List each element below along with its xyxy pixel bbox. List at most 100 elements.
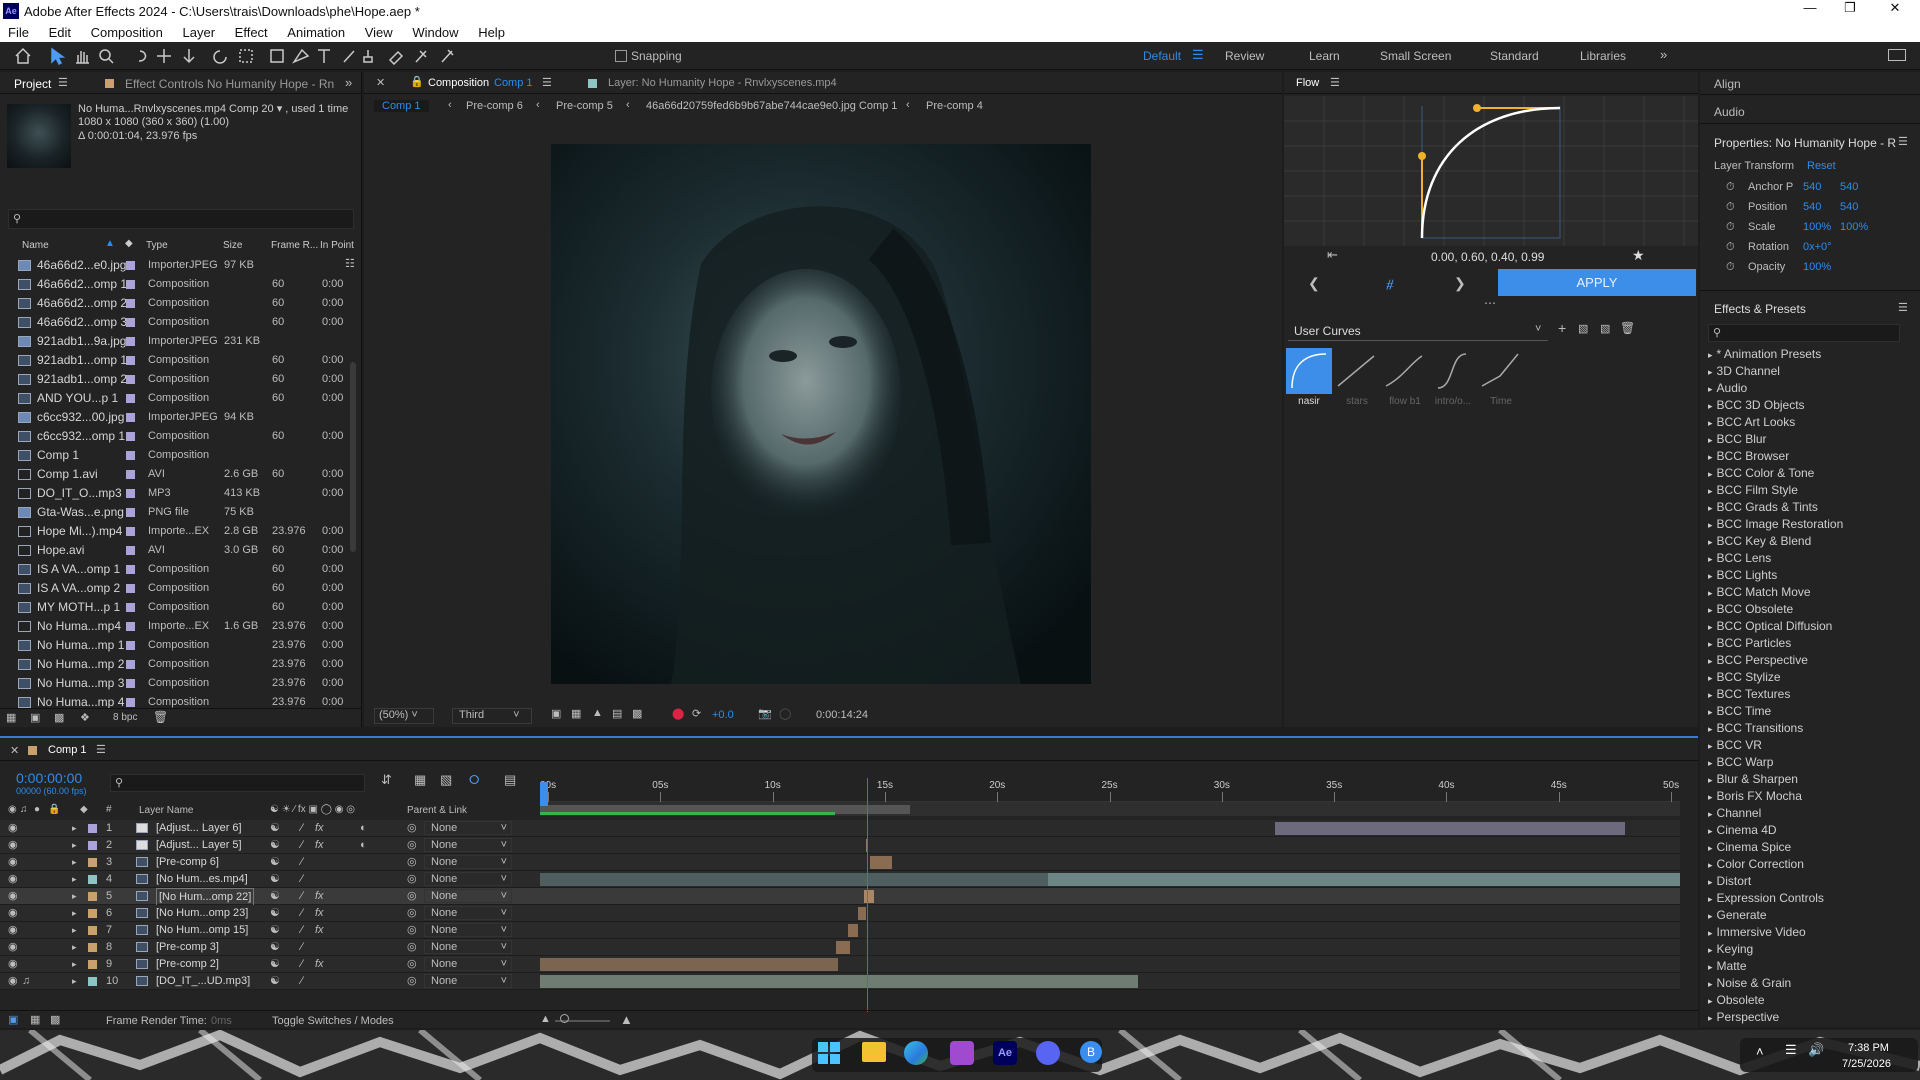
label-color-chip[interactable] [126,584,135,593]
label-color-chip[interactable] [126,527,135,536]
workspace-libraries[interactable]: Libraries [1580,49,1626,63]
layer-name[interactable]: [No Hum...omp 15] [156,922,248,939]
label-color-chip[interactable] [88,960,97,969]
project-item[interactable]: c6cc932...omp 1 Composition 60 0:00 [0,427,350,446]
quality-switch-icon[interactable]: ∕ [301,888,303,905]
timeline-layer-row[interactable]: ◉ ▸ 8 [Pre-comp 3] ☯ ∕ ◎ None ˅ [0,939,1680,956]
mask-visibility-icon[interactable]: ▲ [592,707,603,719]
tab-composition-name[interactable]: Comp 1 [494,77,533,89]
favorite-star-icon[interactable]: ★ [1632,247,1645,264]
workspace-overflow-icon[interactable]: » [1660,47,1667,62]
timeline-layer-row[interactable]: ◉ ▸ 4 [No Hum...es.mp4] ☯ ∕ ◎ None ˅ [0,871,1680,888]
layer-name[interactable]: [No Hum...es.mp4] [156,871,248,888]
effect-category[interactable]: ▸ BCC Image Restoration [1708,516,1913,533]
shy-switch-icon[interactable]: ☯ [270,837,280,854]
layer-duration-bar[interactable] [848,924,858,937]
menu-help[interactable]: Help [478,25,505,40]
label-color-chip[interactable] [126,698,135,707]
property-value-2[interactable]: 540 [1840,178,1858,197]
eye-icon[interactable]: ◉ [8,837,18,854]
effect-category[interactable]: ▸ Cinema Spice [1708,839,1913,856]
zoom-in-icon[interactable]: ▲ [620,1012,633,1027]
playhead[interactable] [867,778,868,1012]
label-color-chip[interactable] [126,470,135,479]
eye-icon[interactable]: ◉ [8,820,18,837]
audio-toggle-icon[interactable]: ♫ [20,804,28,815]
reset-transform-link[interactable]: Reset [1807,160,1836,172]
workspace-standard[interactable]: Standard [1490,49,1539,63]
region-of-interest-icon[interactable]: ▣ [551,707,561,720]
effect-category[interactable]: ▸ Perspective [1708,1009,1913,1026]
project-item[interactable]: AND YOU...p 1 Composition 60 0:00 [0,389,350,408]
stopwatch-icon[interactable]: ⏱ [1726,218,1735,237]
menu-layer[interactable]: Layer [183,25,216,40]
eye-icon[interactable]: ◉ [8,939,18,956]
transparency-grid-icon[interactable]: ▦ [571,707,581,720]
pickwhip-icon[interactable]: ◎ [407,922,417,939]
effect-category[interactable]: ▸ BCC 3D Objects [1708,397,1913,414]
time-ruler[interactable]: 00s 05s 10s 15s 20s 25s 30s 35s 40s 45s 50s [540,778,1680,802]
layer-name[interactable]: [Pre-comp 3] [156,939,219,956]
bpc-label[interactable]: 8 bpc [113,712,137,723]
chevron-right-icon[interactable]: ▸ [72,837,77,854]
timeline-search-input[interactable]: ⚲ [110,774,365,792]
curve-preset[interactable]: stars [1334,348,1380,408]
timeline-layer-row[interactable]: ◉ ▸ 6 [No Hum...omp 23] ☯ ∕ fx ◎ None ˅ [0,905,1680,922]
effect-category[interactable]: ▸ 3D Channel [1708,363,1913,380]
layer-name[interactable]: [Adjust... Layer 5] [156,837,242,854]
chevron-down-icon[interactable]: ˅ [1535,323,1541,335]
label-color-chip[interactable] [126,546,135,555]
effect-category[interactable]: ▸ Channel [1708,805,1913,822]
label-color-chip[interactable] [126,337,135,346]
zoom-slider-handle[interactable] [560,1014,569,1023]
breadcrumb-precomp-4[interactable]: Pre-comp 4 [926,100,983,112]
tab-composition-prefix[interactable]: Composition [428,77,489,89]
resolution-select[interactable]: Third ˅ [452,708,532,724]
tab-comp-1[interactable]: Comp 1 [48,744,87,756]
shy-switch-icon[interactable]: ☯ [270,871,280,888]
label-color-chip[interactable] [88,909,97,918]
menu-view[interactable]: View [365,25,393,40]
ease-out-icon[interactable]: ❯ [1454,275,1466,292]
tab-effect-controls[interactable]: Effect Controls No Humanity Hope - Rn [125,77,334,91]
shy-switch-icon[interactable]: ☯ [270,888,280,905]
label-color-chip[interactable] [88,875,97,884]
shy-switch-icon[interactable]: ☯ [270,820,280,837]
new-comp-icon[interactable]: ▩ [54,711,64,724]
layer-duration-bar[interactable] [540,958,838,971]
quality-switch-icon[interactable]: ∕ [301,871,303,888]
layer-name[interactable]: [Adjust... Layer 6] [156,820,242,837]
label-color-chip[interactable] [88,841,97,850]
effect-category[interactable]: ▸ BCC Color & Tone [1708,465,1913,482]
eye-icon[interactable]: ◉ [8,905,18,922]
label-color-chip[interactable] [126,451,135,460]
shy-switch-icon[interactable]: ☯ [270,854,280,871]
parent-select[interactable]: None ˅ [424,855,512,869]
pickwhip-icon[interactable]: ◎ [407,871,417,888]
col-frame-rate[interactable]: Frame R... [271,240,318,251]
project-item[interactable]: No Huma...mp 3 Composition 23.976 0:00 [0,674,350,693]
stopwatch-icon[interactable]: ⏱ [1726,238,1735,257]
label-color-chip[interactable] [126,432,135,441]
workspace-review[interactable]: Review [1225,49,1264,63]
composition-viewer[interactable] [551,144,1091,684]
effect-category[interactable]: ▸ BCC Lights [1708,567,1913,584]
workspace-default[interactable]: Default [1143,49,1181,63]
layer-name[interactable]: [Pre-comp 2] [156,956,219,973]
timeline-layer-row[interactable]: ◉ ▸ 7 [No Hum...omp 15] ☯ ∕ fx ◎ None ˅ [0,922,1680,939]
workspace-learn[interactable]: Learn [1309,49,1340,63]
layer-duration-bar[interactable] [1275,822,1625,835]
parent-select[interactable]: None ˅ [424,957,512,971]
label-color-chip[interactable] [126,641,135,650]
effects-search-input[interactable]: ⚲ [1708,324,1900,342]
graph-editor-icon[interactable]: ▤ [504,772,516,788]
shy-switch-icon[interactable]: ☯ [270,939,280,956]
motion-blur-icon[interactable]: ⭘ [469,772,479,788]
effect-category[interactable]: ▸ BCC Key & Blend [1708,533,1913,550]
fx-switch-icon[interactable]: fx [315,837,324,854]
ease-in-icon[interactable]: ❮ [1308,275,1320,292]
effect-category[interactable]: ▸ Matte [1708,958,1913,975]
property-value-1[interactable]: 540 [1803,178,1821,197]
project-item[interactable]: Gta-Was...e.png PNG file 75 KB [0,503,350,522]
close-tab-icon[interactable]: ✕ [10,744,19,757]
